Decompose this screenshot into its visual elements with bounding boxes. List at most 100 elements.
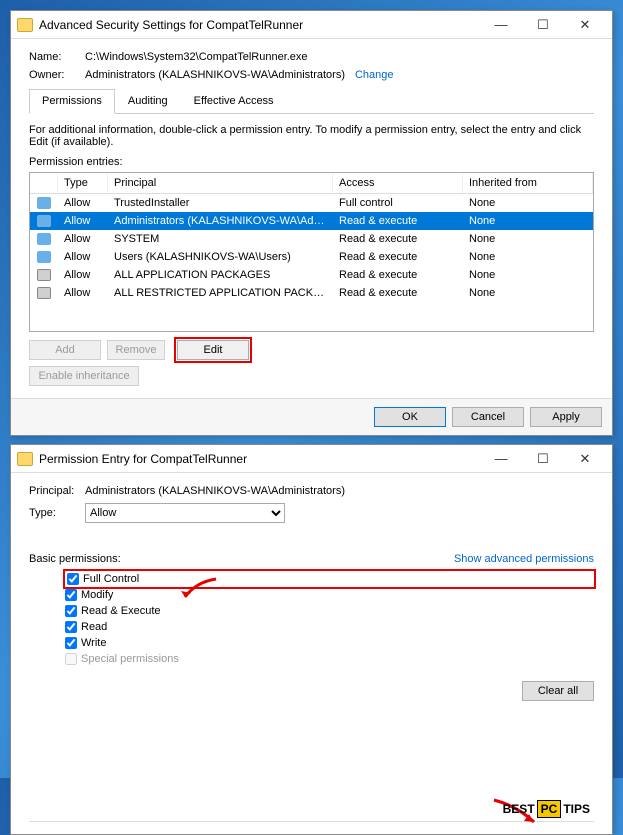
ok-button[interactable]: OK: [374, 407, 446, 427]
owner-value: Administrators (KALASHNIKOVS-WA\Administ…: [85, 69, 345, 81]
principal-value: Administrators (KALASHNIKOVS-WA\Administ…: [85, 485, 345, 497]
permission-read[interactable]: Read: [65, 619, 594, 635]
table-row[interactable]: AllowALL RESTRICTED APPLICATION PACKAGES…: [30, 284, 593, 302]
cell-access: Read & execute: [333, 268, 463, 282]
cell-access: Read & execute: [333, 214, 463, 228]
permission-read-execute[interactable]: Read & Execute: [65, 603, 594, 619]
col-type[interactable]: Type: [58, 173, 108, 193]
permission-label: Full Control: [83, 573, 139, 585]
minimize-button[interactable]: —: [480, 448, 522, 470]
cell-inherited: None: [463, 196, 593, 210]
permission-full-control[interactable]: Full Control: [65, 571, 594, 587]
col-access[interactable]: Access: [333, 173, 463, 193]
table-row[interactable]: AllowUsers (KALASHNIKOVS-WA\Users)Read &…: [30, 248, 593, 266]
tab-permissions[interactable]: Permissions: [29, 89, 115, 114]
cell-type: Allow: [58, 268, 108, 282]
titlebar[interactable]: Permission Entry for CompatTelRunner — ☐…: [11, 445, 612, 473]
col-principal[interactable]: Principal: [108, 173, 333, 193]
permission-write[interactable]: Write: [65, 635, 594, 651]
permission-label: Write: [81, 637, 106, 649]
table-row[interactable]: AllowTrustedInstallerFull controlNone: [30, 194, 593, 212]
type-select[interactable]: Allow: [85, 503, 285, 523]
cell-inherited: None: [463, 286, 593, 300]
permission-grid[interactable]: Type Principal Access Inherited from All…: [29, 172, 594, 332]
watermark: BESTPCTIPS: [503, 800, 590, 818]
cancel-button[interactable]: Cancel: [452, 407, 524, 427]
entries-label: Permission entries:: [29, 156, 594, 168]
permission-label: Special permissions: [81, 653, 179, 665]
maximize-button[interactable]: ☐: [522, 14, 564, 36]
cell-access: Read & execute: [333, 286, 463, 300]
clear-all-button[interactable]: Clear all: [522, 681, 594, 701]
table-row[interactable]: AllowAdministrators (KALASHNIKOVS-WA\Adm…: [30, 212, 593, 230]
cell-type: Allow: [58, 232, 108, 246]
checkbox[interactable]: [65, 589, 77, 601]
principal-icon: [30, 214, 58, 228]
cell-inherited: None: [463, 214, 593, 228]
permission-label: Read: [81, 621, 107, 633]
cell-principal: Administrators (KALASHNIKOVS-WA\Admi...: [108, 214, 333, 228]
cell-principal: Users (KALASHNIKOVS-WA\Users): [108, 250, 333, 264]
cell-principal: SYSTEM: [108, 232, 333, 246]
remove-button[interactable]: Remove: [107, 340, 165, 360]
tab-effective-access[interactable]: Effective Access: [181, 89, 287, 113]
cell-type: Allow: [58, 250, 108, 264]
folder-icon: [17, 452, 33, 466]
edit-button[interactable]: Edit: [177, 340, 249, 360]
show-advanced-link[interactable]: Show advanced permissions: [454, 553, 594, 565]
cell-type: Allow: [58, 286, 108, 300]
apply-button[interactable]: Apply: [530, 407, 602, 427]
principal-icon: [30, 268, 58, 282]
arrow-icon: [181, 577, 221, 607]
permission-label: Modify: [81, 589, 113, 601]
cell-access: Read & execute: [333, 232, 463, 246]
table-row[interactable]: AllowSYSTEMRead & executeNone: [30, 230, 593, 248]
principal-label: Principal:: [29, 485, 85, 497]
close-button[interactable]: ✕: [564, 14, 606, 36]
window-title: Permission Entry for CompatTelRunner: [39, 452, 480, 466]
cell-access: Read & execute: [333, 250, 463, 264]
grid-header: Type Principal Access Inherited from: [30, 173, 593, 194]
table-row[interactable]: AllowALL APPLICATION PACKAGESRead & exec…: [30, 266, 593, 284]
enable-inheritance-button[interactable]: Enable inheritance: [29, 366, 139, 386]
checkbox[interactable]: [65, 605, 77, 617]
cell-access: Full control: [333, 196, 463, 210]
name-value: C:\Windows\System32\CompatTelRunner.exe: [85, 51, 308, 63]
principal-icon: [30, 250, 58, 264]
name-label: Name:: [29, 51, 85, 63]
cell-principal: ALL RESTRICTED APPLICATION PACKAGES: [108, 286, 333, 300]
permission-label: Read & Execute: [81, 605, 161, 617]
cell-principal: TrustedInstaller: [108, 196, 333, 210]
checkbox[interactable]: [67, 573, 79, 585]
checkbox: [65, 653, 77, 665]
advanced-security-window: Advanced Security Settings for CompatTel…: [10, 10, 613, 436]
tab-auditing[interactable]: Auditing: [115, 89, 181, 113]
principal-icon: [30, 196, 58, 210]
permission-entry-window: Permission Entry for CompatTelRunner — ☐…: [10, 444, 613, 835]
basic-permissions-label: Basic permissions:: [29, 553, 121, 565]
checkbox[interactable]: [65, 637, 77, 649]
permission-modify[interactable]: Modify: [65, 587, 594, 603]
info-text: For additional information, double-click…: [29, 124, 594, 148]
principal-icon: [30, 286, 58, 300]
minimize-button[interactable]: —: [480, 14, 522, 36]
change-owner-link[interactable]: Change: [355, 69, 394, 81]
type-label: Type:: [29, 507, 85, 519]
cell-type: Allow: [58, 214, 108, 228]
cell-principal: ALL APPLICATION PACKAGES: [108, 268, 333, 282]
close-button[interactable]: ✕: [564, 448, 606, 470]
maximize-button[interactable]: ☐: [522, 448, 564, 470]
cell-inherited: None: [463, 250, 593, 264]
cell-type: Allow: [58, 196, 108, 210]
permission-special-permissions: Special permissions: [65, 651, 594, 667]
checkbox[interactable]: [65, 621, 77, 633]
titlebar[interactable]: Advanced Security Settings for CompatTel…: [11, 11, 612, 39]
owner-label: Owner:: [29, 69, 85, 81]
window-title: Advanced Security Settings for CompatTel…: [39, 18, 480, 32]
add-button[interactable]: Add: [29, 340, 101, 360]
folder-icon: [17, 18, 33, 32]
tabs: Permissions Auditing Effective Access: [29, 89, 594, 114]
col-inherited[interactable]: Inherited from: [463, 173, 593, 193]
principal-icon: [30, 232, 58, 246]
cell-inherited: None: [463, 232, 593, 246]
